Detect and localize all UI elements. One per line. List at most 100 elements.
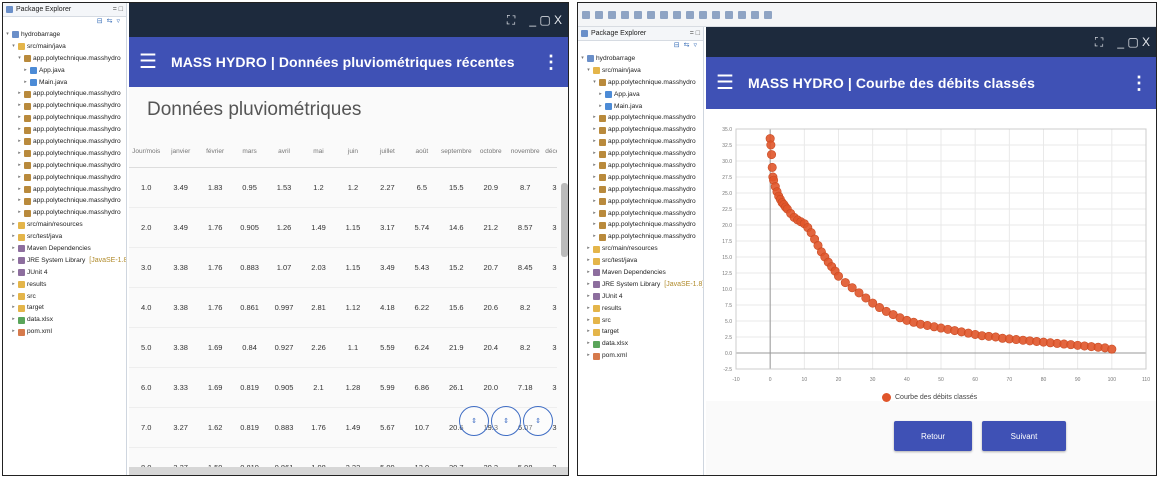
expand-toggle-icon[interactable]: ▸: [598, 101, 603, 113]
expand-toggle-icon[interactable]: ▸: [17, 195, 22, 207]
tree-item[interactable]: ▸ data.xlsx: [3, 314, 126, 326]
expand-toggle-icon[interactable]: ▸: [11, 326, 16, 338]
forward-icon[interactable]: [764, 10, 772, 19]
tree-item[interactable]: ▸ Maven Dependencies: [3, 243, 126, 255]
overflow-menu-icon[interactable]: ⋮: [542, 52, 560, 73]
tree-item[interactable]: ▸ target: [578, 326, 703, 338]
back-icon[interactable]: [751, 10, 759, 19]
tree-item[interactable]: ▸ app.polytechnique.masshydro: [578, 160, 703, 172]
vertical-scrollbar[interactable]: [561, 183, 568, 257]
tree-item[interactable]: ▸ app.polytechnique.masshydro: [3, 195, 126, 207]
tree-item[interactable]: ▸ app.polytechnique.masshydro: [578, 184, 703, 196]
print-icon[interactable]: [608, 10, 616, 19]
column-header[interactable]: Jour/mois: [129, 137, 164, 168]
tree-item[interactable]: ▸ app.polytechnique.masshydro: [3, 184, 126, 196]
tree-item[interactable]: ▸ app.polytechnique.masshydro: [3, 88, 126, 100]
tree-item[interactable]: ▾ app.polytechnique.masshydro: [3, 53, 126, 65]
tree-item[interactable]: ▸ app.polytechnique.masshydro: [3, 100, 126, 112]
window-controls[interactable]: _ ▢ X: [529, 13, 562, 27]
expand-toggle-icon[interactable]: ▸: [17, 124, 22, 136]
tree-item[interactable]: ▾ src/main/java: [3, 41, 126, 53]
link-editor-icon[interactable]: ⇆: [107, 17, 113, 29]
tree-item[interactable]: ▸ pom.xml: [578, 350, 703, 362]
tree-item[interactable]: ▸ JUnit 4: [3, 267, 126, 279]
tree-item[interactable]: ▸ data.xlsx: [578, 338, 703, 350]
tree-item[interactable]: ▸ app.polytechnique.masshydro: [3, 172, 126, 184]
collapse-all-icon[interactable]: ⊟: [674, 41, 680, 53]
scroll-handle[interactable]: ⇕: [491, 406, 521, 436]
tree-item[interactable]: ▸ Main.java: [3, 77, 126, 89]
expand-toggle-icon[interactable]: ▸: [17, 172, 22, 184]
tree-item[interactable]: ▸ JRE System Library [JavaSE-1.8]: [3, 255, 126, 267]
expand-toggle-icon[interactable]: ▸: [17, 184, 22, 196]
debug-icon[interactable]: [621, 10, 629, 19]
expand-toggle-icon[interactable]: ▸: [17, 207, 22, 219]
expand-toggle-icon[interactable]: ▸: [592, 160, 597, 172]
tree-item[interactable]: ▸ app.polytechnique.masshydro: [578, 136, 703, 148]
expand-toggle-icon[interactable]: ▸: [17, 88, 22, 100]
expand-toggle-icon[interactable]: ▸: [23, 65, 28, 77]
tree-item[interactable]: ▸ App.java: [3, 65, 126, 77]
expand-toggle-icon[interactable]: ▸: [11, 314, 16, 326]
view-menu-icon[interactable]: ▿: [116, 17, 120, 29]
expand-toggle-icon[interactable]: ▸: [592, 124, 597, 136]
tree-item[interactable]: ▸ app.polytechnique.masshydro: [578, 208, 703, 220]
expand-toggle-icon[interactable]: ▸: [592, 172, 597, 184]
tree-item[interactable]: ▸ app.polytechnique.masshydro: [3, 124, 126, 136]
expand-toggle-icon[interactable]: ▸: [592, 136, 597, 148]
chart-legend[interactable]: Courbe des débits classés: [882, 393, 977, 402]
expand-toggle-icon[interactable]: ▸: [17, 148, 22, 160]
collapse-all-icon[interactable]: ⊟: [97, 17, 103, 29]
tree-item[interactable]: ▸ app.polytechnique.masshydro: [3, 148, 126, 160]
tree-item[interactable]: ▸ Main.java: [578, 101, 703, 113]
tree-item[interactable]: ▸ src/main/resources: [578, 243, 703, 255]
expand-toggle-icon[interactable]: ▸: [17, 112, 22, 124]
fullscreen-icon[interactable]: ⛶: [1095, 35, 1103, 50]
tree-item[interactable]: ▸ app.polytechnique.masshydro: [3, 160, 126, 172]
tree-item[interactable]: ▸ app.polytechnique.masshydro: [3, 136, 126, 148]
expand-toggle-icon[interactable]: ▸: [586, 315, 591, 327]
tree-item[interactable]: ▸ app.polytechnique.masshydro: [578, 112, 703, 124]
expand-toggle-icon[interactable]: ▸: [592, 208, 597, 220]
tree-item[interactable]: ▸ src: [578, 315, 703, 327]
open-type-icon[interactable]: [699, 10, 707, 19]
scroll-handle[interactable]: ⇕: [459, 406, 489, 436]
expand-toggle-icon[interactable]: ▸: [11, 243, 16, 255]
column-header[interactable]: mai: [301, 137, 336, 168]
expand-toggle-icon[interactable]: ▸: [592, 112, 597, 124]
tree-item[interactable]: ▾ src/main/java: [578, 65, 703, 77]
expand-toggle-icon[interactable]: ▸: [586, 279, 591, 291]
new-package-icon[interactable]: [673, 10, 681, 19]
fullscreen-icon[interactable]: ⛶: [507, 13, 515, 28]
next-button[interactable]: Suivant: [982, 421, 1066, 451]
run-icon[interactable]: [634, 10, 642, 19]
overflow-menu-icon[interactable]: ⋮: [1130, 73, 1148, 94]
new-java-project-icon[interactable]: [660, 10, 668, 19]
tree-item[interactable]: ▸ results: [578, 303, 703, 315]
tree-item[interactable]: ▸ app.polytechnique.masshydro: [578, 172, 703, 184]
search-icon[interactable]: [712, 10, 720, 19]
next-annotation-icon[interactable]: [725, 10, 733, 19]
expand-toggle-icon[interactable]: ▸: [11, 255, 16, 267]
window-controls[interactable]: _ ▢ X: [1117, 35, 1150, 49]
tree-item[interactable]: ▸ app.polytechnique.masshydro: [578, 148, 703, 160]
view-menu-icon[interactable]: ▿: [693, 41, 697, 53]
save-icon[interactable]: [595, 10, 603, 19]
column-header[interactable]: février: [197, 137, 233, 168]
external-tools-icon[interactable]: [647, 10, 655, 19]
tree-item[interactable]: ▸ src/test/java: [578, 255, 703, 267]
link-editor-icon[interactable]: ⇆: [684, 41, 690, 53]
tree-item[interactable]: ▸ Maven Dependencies: [578, 267, 703, 279]
horizontal-scrollbar[interactable]: [129, 467, 568, 475]
expand-toggle-icon[interactable]: ▸: [586, 326, 591, 338]
expand-toggle-icon[interactable]: ▸: [592, 219, 597, 231]
tree-item[interactable]: ▸ src/main/resources: [3, 219, 126, 231]
new-icon[interactable]: [582, 10, 590, 19]
column-header[interactable]: avril: [266, 137, 302, 168]
expand-toggle-icon[interactable]: ▾: [592, 77, 597, 89]
expand-toggle-icon[interactable]: ▸: [586, 303, 591, 315]
expand-toggle-icon[interactable]: ▸: [11, 279, 16, 291]
expand-toggle-icon[interactable]: ▸: [586, 267, 591, 279]
expand-toggle-icon[interactable]: ▸: [11, 302, 16, 314]
expand-toggle-icon[interactable]: ▾: [11, 41, 16, 53]
